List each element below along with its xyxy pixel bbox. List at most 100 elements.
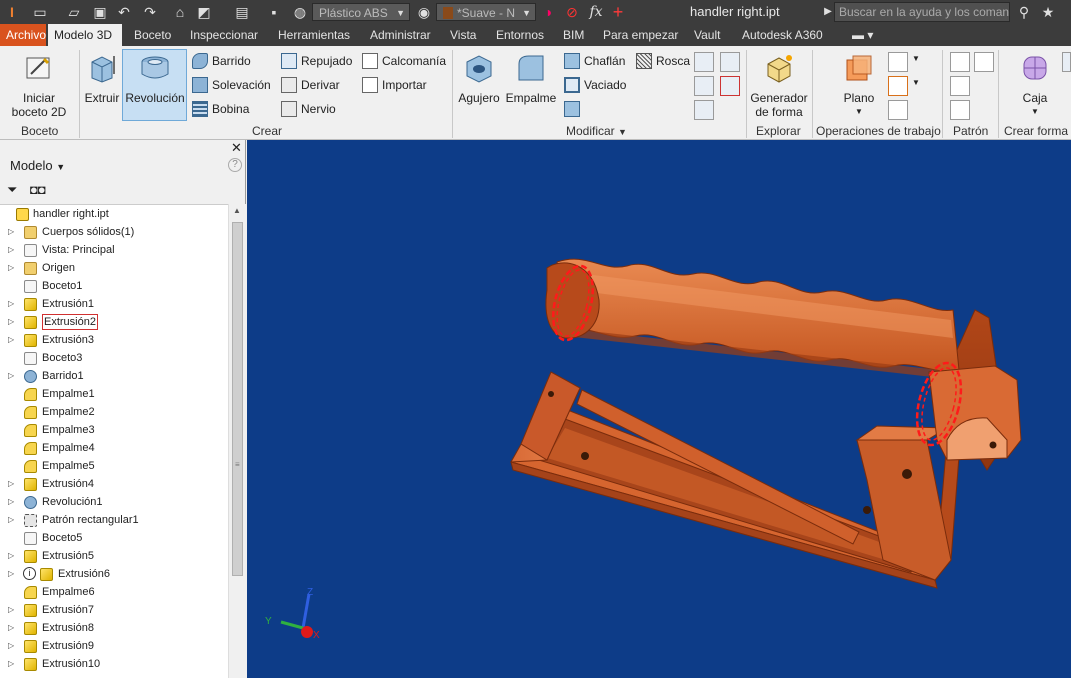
tree-node[interactable]: ▷ Patrón rectangular1 (0, 511, 228, 529)
save-icon[interactable]: ▣ (90, 2, 110, 22)
tab-manage[interactable]: Administrar (364, 24, 437, 46)
tab-sketch[interactable]: Boceto (128, 24, 177, 46)
chevron-down-icon[interactable]: ▼ (912, 54, 920, 63)
sweep-button[interactable]: Barrido (192, 50, 251, 72)
group-modify-label[interactable]: Modificar ▼ (566, 124, 627, 138)
tab-file[interactable]: Archivo (0, 24, 46, 46)
shape-generator-button[interactable]: Generador de forma (748, 52, 810, 119)
measure-icon[interactable]: ▪ (264, 2, 284, 22)
tree-node[interactable]: ▷ Extrusión7 (0, 601, 228, 619)
expand-icon[interactable]: ▷ (8, 547, 14, 565)
parameters-icon[interactable]: fx (586, 2, 606, 22)
revolve-button[interactable]: Revolución (123, 52, 187, 105)
adjust-icon[interactable]: ◍ (290, 2, 310, 22)
freeform-box-button[interactable]: Caja ▼ (1012, 52, 1058, 119)
expand-icon[interactable]: ▷ (8, 259, 14, 277)
expand-icon[interactable]: ▷ (8, 565, 14, 583)
tree-node-part[interactable]: handler right.ipt (0, 205, 228, 223)
close-icon[interactable]: ✕ (231, 140, 242, 156)
circular-pattern-icon[interactable] (950, 76, 970, 96)
undo-icon[interactable]: ↶ (114, 2, 134, 22)
tree-node[interactable]: ▷ Extrusión5 (0, 547, 228, 565)
tree-node[interactable]: ▷ Barrido1 (0, 367, 228, 385)
tree-node[interactable]: Empalme3 (0, 421, 228, 439)
help-search-input[interactable]: Buscar en la ayuda y los comand (834, 2, 1010, 22)
material-dropdown[interactable]: Plástico ABS ▼ (312, 3, 410, 21)
derive-button[interactable]: Derivar (281, 74, 340, 96)
emboss-button[interactable]: Repujado (281, 50, 352, 72)
expand-icon[interactable]: ▷ (8, 475, 14, 493)
rectangular-pattern-icon[interactable] (950, 52, 970, 72)
expand-icon[interactable]: ▷ (8, 637, 14, 655)
import-button[interactable]: Importar (362, 74, 427, 96)
coil-button[interactable]: Bobina (192, 98, 249, 120)
copy-object-icon[interactable] (694, 100, 714, 120)
favorites-star-icon[interactable]: ★ (1038, 2, 1058, 22)
delete-face-icon[interactable] (720, 76, 740, 96)
tab-autodesk-a360[interactable]: Autodesk A360 (736, 24, 829, 46)
graphics-viewport[interactable]: Z Y X (247, 140, 1071, 678)
hole-button[interactable]: Agujero (456, 52, 502, 105)
appearance-dropdown[interactable]: *Suave - N ▼ (436, 3, 536, 21)
handler-3d-model[interactable]: Z Y X (247, 140, 1071, 678)
tree-node[interactable]: ▷ Extrusión9 (0, 637, 228, 655)
tree-node[interactable]: Boceto1 (0, 277, 228, 295)
add-icon[interactable]: + (608, 2, 628, 22)
filter-icon[interactable]: ⏷ (7, 182, 17, 198)
rib-button[interactable]: Nervio (281, 98, 336, 120)
expand-icon[interactable]: ▷ (8, 223, 14, 241)
expand-icon[interactable]: ▷ (8, 295, 14, 313)
inventor-logo-icon[interactable]: I (2, 2, 22, 22)
shell-button[interactable]: Vaciado (564, 74, 626, 96)
tab-vault[interactable]: Vault (688, 24, 726, 46)
draft-button[interactable] (564, 98, 584, 120)
tree-node[interactable]: Empalme1 (0, 385, 228, 403)
tree-node[interactable]: ▷ Origen (0, 259, 228, 277)
expand-icon[interactable]: ▷ (8, 241, 14, 259)
tree-node[interactable]: Empalme6 (0, 583, 228, 601)
start-2d-sketch-button[interactable]: Iniciar boceto 2D (10, 52, 68, 119)
tab-view[interactable]: Vista (444, 24, 482, 46)
chevron-down-icon[interactable]: ▼ (912, 78, 920, 87)
tree-node[interactable]: Boceto3 (0, 349, 228, 367)
browser-scrollbar[interactable]: ▲ ≡ (228, 204, 246, 678)
decal-button[interactable]: Calcomanía (362, 50, 446, 72)
redo-icon[interactable]: ↷ (140, 2, 160, 22)
help-icon[interactable]: ? (228, 158, 242, 172)
tree-node[interactable]: Empalme5 (0, 457, 228, 475)
tab-environments[interactable]: Entornos (490, 24, 550, 46)
tab-tools[interactable]: Herramientas (272, 24, 356, 46)
color-wheel-icon[interactable]: ◉ (414, 2, 434, 22)
thicken-icon[interactable] (694, 76, 714, 96)
find-binoculars-icon[interactable]: ◘◘ (30, 182, 46, 197)
expand-icon[interactable]: ▷ (8, 313, 14, 331)
panel-display-toggle-icon[interactable]: ▬ ▾ (846, 24, 879, 46)
tab-bim[interactable]: BIM (557, 24, 590, 46)
tree-node[interactable]: ▷ i Extrusión6 (0, 565, 228, 583)
sketch-driven-pattern-icon[interactable] (950, 100, 970, 120)
combine-icon[interactable] (694, 52, 714, 72)
work-axis-icon[interactable] (888, 52, 908, 72)
expand-icon[interactable]: ▷ (8, 493, 14, 511)
thread-button[interactable]: Rosca (636, 50, 690, 72)
work-point-icon[interactable] (888, 76, 908, 96)
tree-node[interactable]: ▷ Extrusión10 (0, 655, 228, 673)
expand-icon[interactable]: ▷ (8, 619, 14, 637)
tree-node-selected[interactable]: ▷ Extrusión2 (0, 313, 228, 331)
loft-button[interactable]: Solevación (192, 74, 271, 96)
tree-node[interactable]: ▷ Extrusión1 (0, 295, 228, 313)
plane-button[interactable]: Plano ▼ (836, 52, 882, 119)
tree-node[interactable]: Empalme2 (0, 403, 228, 421)
new-file-icon[interactable]: ▭ (30, 2, 50, 22)
update-icon[interactable]: ◩ (194, 2, 214, 22)
expand-icon[interactable]: ▷ (8, 331, 14, 349)
tree-node[interactable]: ▷ Revolución1 (0, 493, 228, 511)
mirror-icon[interactable] (974, 52, 994, 72)
split-icon[interactable] (720, 52, 740, 72)
browser-title[interactable]: Modelo ▼ (10, 158, 65, 173)
open-file-icon[interactable]: ▱ (64, 2, 84, 22)
tab-3d-model[interactable]: Modelo 3D (48, 24, 122, 46)
tree-node[interactable]: Boceto5 (0, 529, 228, 547)
select-icon[interactable]: ▤ (232, 2, 252, 22)
expand-icon[interactable]: ▷ (8, 655, 14, 673)
